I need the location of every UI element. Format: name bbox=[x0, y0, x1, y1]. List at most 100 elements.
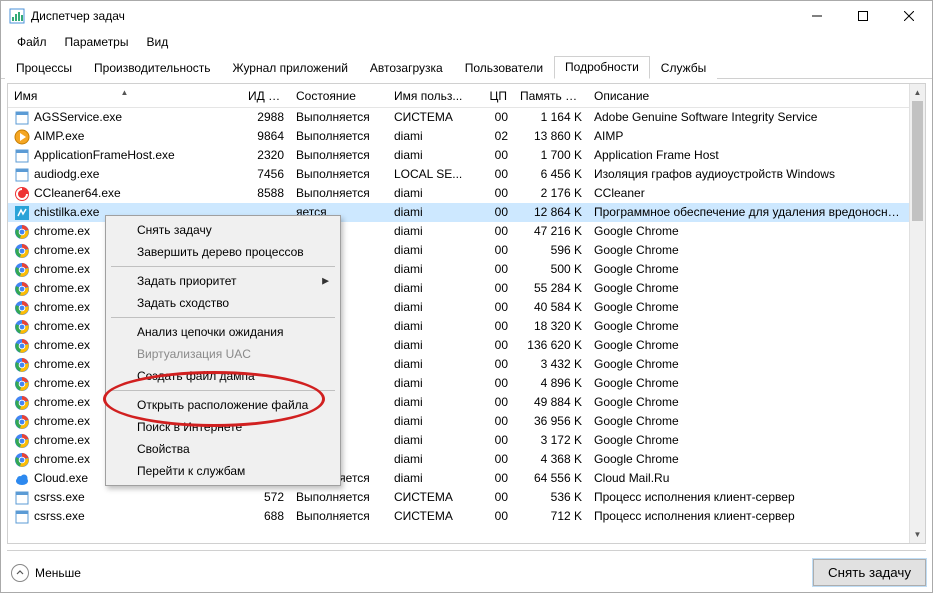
table-row[interactable]: CCleaner64.exe8588Выполняетсяdiami002 17… bbox=[8, 184, 909, 203]
context-menu-item[interactable]: Снять задачу bbox=[109, 219, 337, 241]
col-header-description[interactable]: Описание bbox=[588, 89, 925, 103]
scroll-down-arrow-icon[interactable]: ▼ bbox=[910, 526, 925, 543]
context-menu-item[interactable]: Поиск в Интернете bbox=[109, 416, 337, 438]
end-task-button[interactable]: Снять задачу bbox=[813, 559, 926, 586]
process-cpu: 02 bbox=[478, 127, 514, 146]
process-name: audiodg.exe bbox=[34, 165, 99, 184]
context-menu-item[interactable]: Задать сходство bbox=[109, 292, 337, 314]
context-menu-item[interactable]: Задать приоритет▶ bbox=[109, 270, 337, 292]
process-icon bbox=[14, 376, 30, 392]
tab-users[interactable]: Пользователи bbox=[454, 57, 554, 79]
process-description: Google Chrome bbox=[588, 374, 909, 393]
col-header-state[interactable]: Состояние bbox=[290, 89, 388, 103]
process-user: diami bbox=[388, 431, 478, 450]
tab-processes[interactable]: Процессы bbox=[5, 57, 83, 79]
vertical-scrollbar[interactable]: ▲ ▼ bbox=[909, 84, 925, 543]
close-button[interactable] bbox=[886, 1, 932, 31]
process-cpu: 00 bbox=[478, 241, 514, 260]
tab-startup[interactable]: Автозагрузка bbox=[359, 57, 454, 79]
process-user: diami bbox=[388, 374, 478, 393]
process-memory: 4 368 K bbox=[514, 450, 588, 469]
process-pid: 2988 bbox=[242, 108, 290, 127]
maximize-button[interactable] bbox=[840, 1, 886, 31]
scroll-up-arrow-icon[interactable]: ▲ bbox=[910, 84, 925, 101]
context-menu-item[interactable]: Анализ цепочки ожидания bbox=[109, 321, 337, 343]
process-user: diami bbox=[388, 127, 478, 146]
process-icon bbox=[14, 433, 30, 449]
process-name: AGSService.exe bbox=[34, 108, 122, 127]
process-memory: 40 584 K bbox=[514, 298, 588, 317]
process-user: diami bbox=[388, 317, 478, 336]
process-name: csrss.exe bbox=[34, 488, 85, 507]
process-memory: 712 K bbox=[514, 507, 588, 526]
process-description: Adobe Genuine Software Integrity Service bbox=[588, 108, 909, 127]
process-description: Google Chrome bbox=[588, 279, 909, 298]
process-memory: 4 896 K bbox=[514, 374, 588, 393]
process-name: chrome.ex bbox=[34, 393, 90, 412]
process-user: СИСТЕМА bbox=[388, 488, 478, 507]
col-header-pid[interactable]: ИД п... bbox=[242, 89, 290, 103]
process-cpu: 00 bbox=[478, 165, 514, 184]
tab-performance[interactable]: Производительность bbox=[83, 57, 221, 79]
process-user: diami bbox=[388, 260, 478, 279]
menu-options[interactable]: Параметры bbox=[57, 33, 137, 51]
context-menu-item[interactable]: Перейти к службам bbox=[109, 460, 337, 482]
process-name: chrome.ex bbox=[34, 317, 90, 336]
menu-view[interactable]: Вид bbox=[138, 33, 176, 51]
process-memory: 3 432 K bbox=[514, 355, 588, 374]
process-memory: 64 556 K bbox=[514, 469, 588, 488]
task-manager-icon bbox=[9, 8, 25, 24]
process-cpu: 00 bbox=[478, 450, 514, 469]
table-row[interactable]: AIMP.exe9864Выполняетсяdiami0213 860 KAI… bbox=[8, 127, 909, 146]
menu-file[interactable]: Файл bbox=[9, 33, 55, 51]
table-row[interactable]: ApplicationFrameHost.exe2320Выполняетсяd… bbox=[8, 146, 909, 165]
process-user: diami bbox=[388, 203, 478, 222]
process-state: Выполняется bbox=[290, 146, 388, 165]
col-header-user[interactable]: Имя польз... bbox=[388, 89, 478, 103]
process-memory: 3 172 K bbox=[514, 431, 588, 450]
scrollbar-thumb[interactable] bbox=[912, 101, 923, 221]
minimize-button[interactable] bbox=[794, 1, 840, 31]
process-memory: 1 700 K bbox=[514, 146, 588, 165]
context-menu-item[interactable]: Завершить дерево процессов bbox=[109, 241, 337, 263]
context-menu-item: Виртуализация UAC bbox=[109, 343, 337, 365]
window-controls bbox=[794, 1, 932, 31]
tab-services[interactable]: Службы bbox=[650, 57, 717, 79]
process-description: Google Chrome bbox=[588, 222, 909, 241]
process-name: chrome.ex bbox=[34, 374, 90, 393]
process-icon bbox=[14, 300, 30, 316]
process-icon bbox=[14, 129, 30, 145]
process-cpu: 00 bbox=[478, 355, 514, 374]
table-row[interactable]: AGSService.exe2988ВыполняетсяСИСТЕМА001 … bbox=[8, 108, 909, 127]
fewer-details-button[interactable]: Меньше bbox=[7, 562, 85, 584]
titlebar: Диспетчер задач bbox=[1, 1, 932, 31]
table-header: Имя ▲ ИД п... Состояние Имя польз... ЦП … bbox=[8, 84, 925, 108]
tab-app-history[interactable]: Журнал приложений bbox=[222, 57, 359, 79]
process-icon bbox=[14, 205, 30, 221]
process-cpu: 00 bbox=[478, 317, 514, 336]
context-menu-item[interactable]: Свойства bbox=[109, 438, 337, 460]
process-user: СИСТЕМА bbox=[388, 108, 478, 127]
col-header-memory[interactable]: Память (ч... bbox=[514, 89, 588, 103]
process-name: CCleaner64.exe bbox=[34, 184, 121, 203]
process-cpu: 00 bbox=[478, 393, 514, 412]
col-header-cpu[interactable]: ЦП bbox=[478, 89, 514, 103]
process-memory: 49 884 K bbox=[514, 393, 588, 412]
table-row[interactable]: audiodg.exe7456ВыполняетсяLOCAL SE...006… bbox=[8, 165, 909, 184]
process-cpu: 00 bbox=[478, 336, 514, 355]
col-header-name[interactable]: Имя ▲ bbox=[8, 89, 242, 103]
table-row[interactable]: csrss.exe572ВыполняетсяСИСТЕМА00536 KПро… bbox=[8, 488, 909, 507]
process-state: Выполняется bbox=[290, 165, 388, 184]
process-memory: 1 164 K bbox=[514, 108, 588, 127]
bottom-bar: Меньше Снять задачу bbox=[7, 550, 926, 586]
context-menu-item[interactable]: Открыть расположение файла bbox=[109, 394, 337, 416]
process-icon bbox=[14, 338, 30, 354]
tab-details[interactable]: Подробности bbox=[554, 56, 650, 79]
process-icon bbox=[14, 471, 30, 487]
context-menu-item[interactable]: Создать файл дампа bbox=[109, 365, 337, 387]
process-description: Google Chrome bbox=[588, 298, 909, 317]
process-description: Cloud Mail.Ru bbox=[588, 469, 909, 488]
process-description: Google Chrome bbox=[588, 450, 909, 469]
fewer-details-label: Меньше bbox=[35, 566, 81, 580]
table-row[interactable]: csrss.exe688ВыполняетсяСИСТЕМА00712 KПро… bbox=[8, 507, 909, 526]
